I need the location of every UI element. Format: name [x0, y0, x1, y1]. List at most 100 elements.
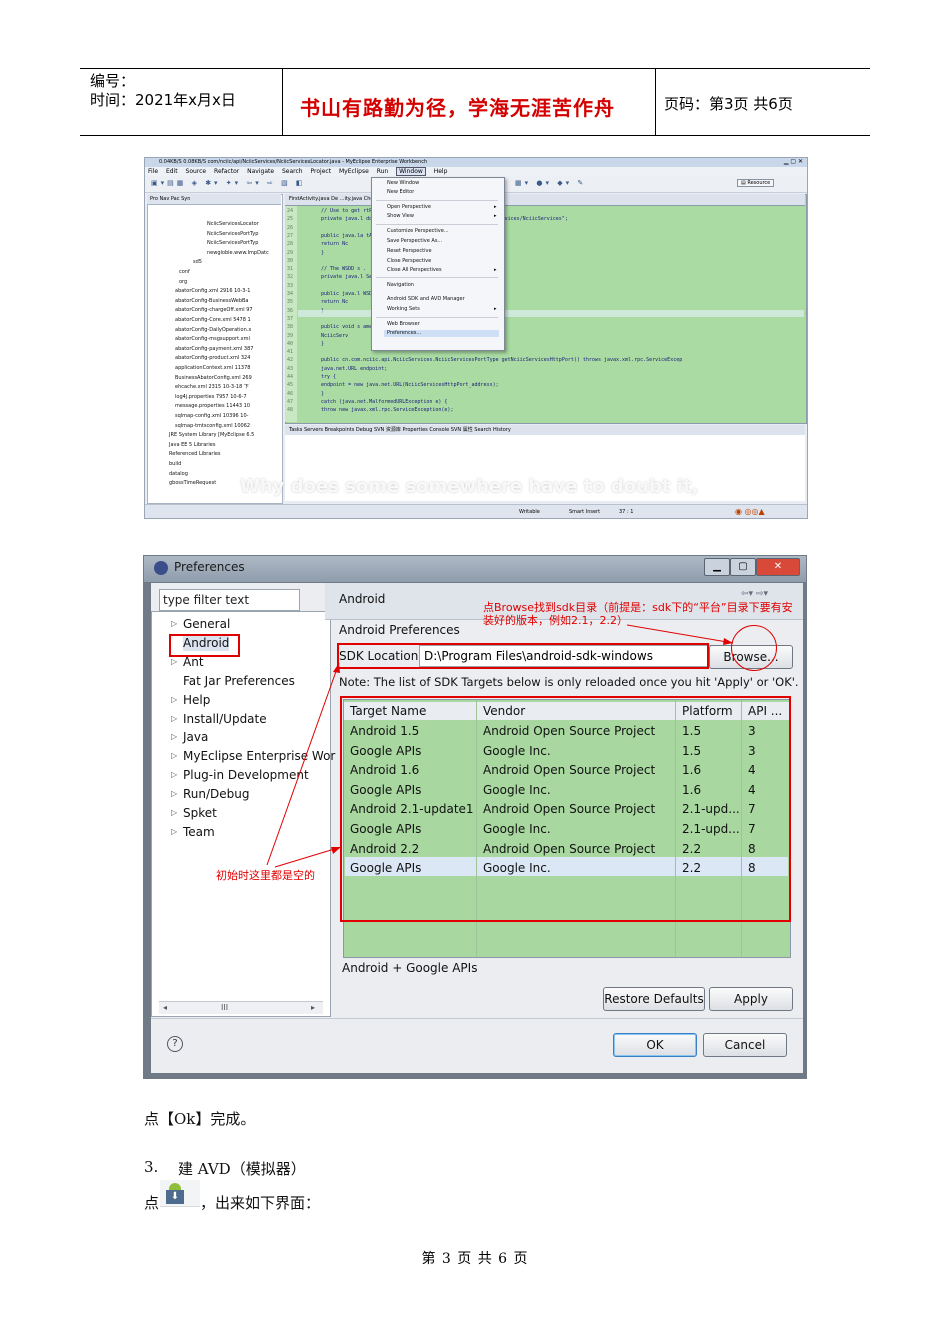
- tree-item[interactable]: abatorConfig-payment.xml 387: [175, 346, 253, 353]
- window-menu-item[interactable]: Reset Perspective: [387, 248, 432, 255]
- menu-navigate[interactable]: Navigate: [247, 168, 274, 175]
- window-menu-item[interactable]: Working Sets: [387, 306, 420, 313]
- menu-help[interactable]: Help: [434, 168, 448, 175]
- tree-item[interactable]: abatorConfig-msgsupport.xml: [175, 336, 250, 343]
- window-menu-item[interactable]: New Editor: [387, 189, 414, 196]
- window-menu-item[interactable]: Close All Perspectives: [387, 267, 442, 274]
- line-number: 44: [287, 374, 294, 380]
- editor-tabs[interactable]: FirstActivity.java De ...ity.java CheatQ…: [285, 194, 805, 206]
- tree-item[interactable]: gbossTimeRequest: [169, 480, 216, 487]
- tree-item[interactable]: BusinessAbatorConfig.xml 269: [175, 375, 252, 382]
- status-bar: Writable Smart Insert 37 : 1 ◉ ◎◎▲: [145, 504, 807, 518]
- code-line: try {: [321, 374, 337, 380]
- submenu-arrow-icon: ▸: [494, 267, 497, 273]
- line-number: 47: [287, 398, 294, 405]
- tree-item[interactable]: newgloble.www.ImpDatc: [207, 250, 269, 257]
- menu-bar: File Edit Source Refactor Navigate Searc…: [145, 167, 807, 176]
- status-writable: Writable: [519, 509, 540, 515]
- tree-item[interactable]: abatorConfig-BusinessWebBa: [175, 298, 249, 305]
- header-motto: 书山有路勤为径，学海无涯苦作舟: [300, 96, 615, 120]
- code-editor[interactable]: [285, 194, 807, 424]
- line-number: 46: [287, 390, 294, 397]
- tree-item[interactable]: ehcache.xml 2315 10-3-18 下: [175, 384, 249, 391]
- page-footer: 第 3 页 共 6 页: [421, 1251, 529, 1267]
- status-cursor-pos: 37 : 1: [619, 509, 634, 515]
- tree-item[interactable]: sd5: [193, 259, 202, 266]
- perspective-resource[interactable]: ▤ Resource: [737, 179, 775, 187]
- menu-project[interactable]: Project: [311, 168, 332, 175]
- window-menu-item[interactable]: Show View: [387, 213, 414, 220]
- window-menu-item[interactable]: Android SDK and AVD Manager: [387, 296, 465, 303]
- line-number: 45: [287, 382, 294, 389]
- tree-item[interactable]: Referenced Libraries: [169, 451, 221, 458]
- tree-item[interactable]: abatorConfig-product.xml 324: [175, 355, 250, 362]
- window-menu-item[interactable]: Save Perspective As...: [387, 238, 442, 245]
- toolbar-icons-right[interactable]: ▦▾ ●▾ ◆▾ ✎: [515, 179, 586, 187]
- tree-item[interactable]: applicationContext.xml 11378: [175, 365, 250, 372]
- tree-item[interactable]: abatorConfig-Core.xml 5478 1: [175, 317, 251, 324]
- line-number: 48: [287, 407, 294, 414]
- tree-item[interactable]: abatorConfig-DailyOperation.x: [175, 327, 251, 334]
- number-label: 编号：: [90, 72, 136, 90]
- window-menu-item[interactable]: Web Browser: [387, 321, 420, 328]
- menu-refactor[interactable]: Refactor: [214, 168, 239, 175]
- window-menu-item[interactable]: Customize Perspective...: [387, 228, 449, 235]
- window-title: 0.04KB/S 0.08KB/S com/nciic/api/NciicSer…: [159, 159, 428, 165]
- line-number: 41: [287, 349, 294, 356]
- avd-manager-icon: ⬇: [160, 1180, 200, 1207]
- tree-item[interactable]: NciicServicesLocator: [207, 221, 259, 228]
- tree-item[interactable]: abatorConfig-chargeOff.xml 97: [175, 307, 253, 314]
- line-number: 26: [287, 224, 294, 231]
- line-number: 28: [287, 241, 294, 248]
- tree-item[interactable]: abatorConfig.xml 2916 10-3-1: [175, 288, 250, 295]
- doc-step-number: 3.: [144, 1158, 159, 1176]
- submenu-arrow-icon: ▸: [494, 306, 497, 312]
- code-line: throw new javax.xml.rpc.ServiceException…: [321, 407, 454, 414]
- code-line: // The WSDD s .: [321, 266, 367, 273]
- menu-window[interactable]: Window: [396, 167, 426, 176]
- tree-item[interactable]: JRE System Library [MyEclipse 6.5: [169, 432, 254, 439]
- tree-item[interactable]: message.properties 11443 10: [175, 403, 250, 410]
- line-number: 36: [287, 307, 294, 314]
- tree-item[interactable]: sqlmap-config.xml 10396 10-: [175, 413, 248, 420]
- doc-step-title: 建 AVD（模拟器）: [178, 1160, 306, 1178]
- window-menu-item[interactable]: Navigation: [387, 282, 414, 289]
- tree-item[interactable]: Java EE 5 Libraries: [169, 442, 215, 449]
- tree-item[interactable]: NciicServicesPortTyp: [207, 240, 258, 247]
- menu-myeclipse[interactable]: MyEclipse: [339, 168, 369, 175]
- page-info: 页码：第3页 共6页: [664, 95, 793, 113]
- tree-item[interactable]: datalog: [169, 471, 188, 478]
- line-number: 38: [287, 324, 294, 331]
- window-menu-item[interactable]: Preferences...: [384, 330, 499, 337]
- line-number: 29: [287, 249, 294, 256]
- line-number: 35: [287, 299, 294, 306]
- tree-item[interactable]: NciicServicesPortTyp: [207, 231, 258, 238]
- menu-search[interactable]: Search: [282, 168, 303, 175]
- window-controls-icon[interactable]: ▁ ▢ ✕: [784, 158, 803, 165]
- window-menu-item[interactable]: New Window: [387, 180, 419, 187]
- line-number: 27: [287, 232, 294, 239]
- window-menu-item[interactable]: Close Perspective: [387, 258, 431, 265]
- doc-line-click: 点: [144, 1194, 160, 1212]
- toolbar-icons[interactable]: ▣▾▤▦ ◈ ✱▾ ✦▾ ⇦▾ ⇨ ▧ ◧: [151, 179, 306, 187]
- menu-file[interactable]: File: [148, 168, 158, 175]
- tree-item[interactable]: conf: [179, 269, 190, 276]
- header-bottom-rule: [80, 135, 870, 136]
- tree-item[interactable]: build: [169, 461, 181, 468]
- tree-item[interactable]: log4j.properties 7957 10-6-7: [175, 394, 247, 401]
- code-line: }: [321, 249, 325, 256]
- line-number: 24: [287, 208, 294, 214]
- window-menu-item[interactable]: Open Perspective: [387, 204, 431, 211]
- tree-item[interactable]: org: [179, 279, 187, 286]
- menu-edit[interactable]: Edit: [166, 168, 178, 175]
- explorer-tabs[interactable]: Pro Nav Pac Syn: [147, 194, 281, 205]
- watermark-text: Why does some somewhere have to doubt it…: [240, 476, 699, 497]
- download-arrow-icon: ⬇: [166, 1190, 184, 1204]
- menu-run[interactable]: Run: [377, 168, 389, 175]
- tree-item[interactable]: sqlmap-tmtsconfig.xml 10062: [175, 423, 250, 430]
- menu-source[interactable]: Source: [186, 168, 207, 175]
- code-line: java.net.URL endpoint;: [321, 365, 388, 372]
- window-titlebar: 0.04KB/S 0.08KB/S com/nciic/api/NciicSer…: [145, 158, 807, 167]
- android-head-icon: [169, 1183, 181, 1190]
- menu-separator: [376, 224, 498, 225]
